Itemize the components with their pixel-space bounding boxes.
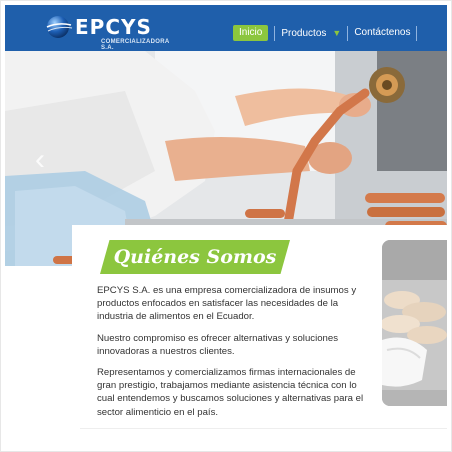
section-title: Quiénes Somos (113, 246, 277, 268)
brand-logo[interactable]: EPCYS COMERCIALIZADORA S.A. (45, 13, 169, 51)
nav-productos[interactable]: Productos ▼ (275, 25, 347, 41)
nav-separator (416, 25, 418, 41)
casing-photo (382, 240, 447, 406)
section-title-banner: Quiénes Somos (100, 240, 290, 274)
footer-divider (80, 428, 447, 429)
side-product-image (382, 240, 447, 406)
brand-subtitle: COMERCIALIZADORA S.A. (101, 39, 170, 51)
chevron-left-icon[interactable]: ‹ (35, 143, 45, 177)
about-paragraph-2: Nuestro compromiso es ofrecer alternativ… (97, 333, 339, 358)
nav-productos-label: Productos (281, 28, 327, 39)
about-paragraph-3: Representamos y comercializamos firmas i… (97, 367, 364, 418)
nav-inicio[interactable]: Inicio (233, 25, 269, 41)
nav-contactenos[interactable]: Contáctenos (348, 25, 416, 41)
chevron-down-icon: ▼ (332, 28, 342, 38)
top-header: EPCYS COMERCIALIZADORA S.A. Inicio Produ… (5, 5, 447, 51)
globe-icon (46, 16, 73, 38)
main-nav: Inicio Productos ▼ Contáctenos (233, 23, 418, 43)
about-paragraph-1: EPCYS S.A. es una empresa comercializado… (97, 285, 357, 323)
brand-name: EPCYS (75, 15, 152, 39)
